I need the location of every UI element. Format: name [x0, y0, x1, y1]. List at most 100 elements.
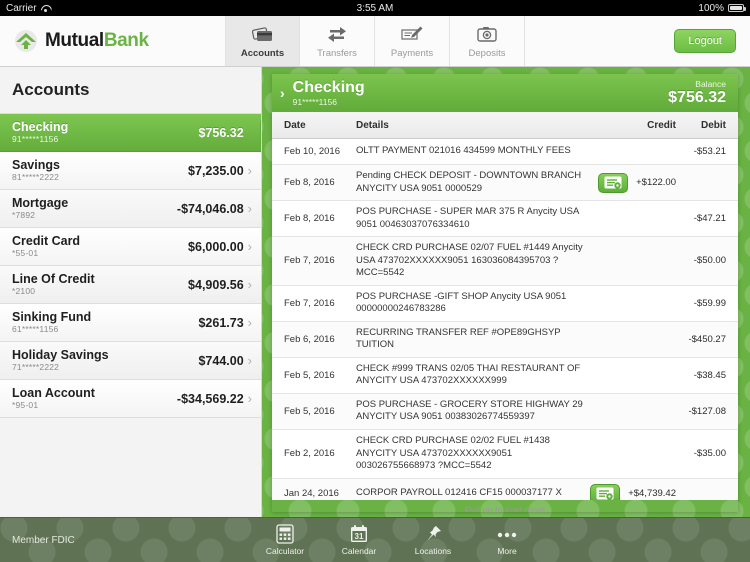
account-identity: Mortgage *7892 [12, 196, 68, 221]
app-root: Carrier 3:55 AM 100% MutualBank Accounts… [0, 0, 750, 562]
transaction-debit: -$53.21 [693, 146, 726, 157]
transactions-column-headers: Date Details Credit Debit [272, 112, 738, 139]
accounts-sidebar: Accounts Checking91*****1156$756.32›Savi… [0, 67, 262, 517]
panel-balance: Balance $756.32 [668, 79, 726, 106]
column-header-debit: Debit [701, 119, 726, 131]
transaction-row[interactable]: Feb 7, 2016 CHECK CRD PURCHASE 02/07 FUEL… [272, 237, 738, 286]
transaction-debit: -$38.45 [693, 369, 726, 381]
transaction-date: Feb 8, 2016 [284, 177, 335, 189]
transaction-row[interactable]: Feb 10, 2016 OLTT PAYMENT 021016 434599 M… [272, 139, 738, 165]
tab-deposits-label: Deposits [468, 48, 506, 59]
transaction-debit: -$35.00 [693, 448, 726, 460]
transaction-details: CHECK CRD PURCHASE 02/02 FUEL #1438 ANYC… [356, 434, 550, 472]
transaction-credit: +$4,739.42 [628, 488, 676, 500]
transaction-row[interactable]: Feb 5, 2016 POS PURCHASE - GROCERY STORE … [272, 393, 738, 430]
transaction-date: Feb 6, 2016 [284, 333, 335, 345]
account-row[interactable]: Checking91*****1156 $756.32› [0, 114, 261, 152]
transaction-row[interactable]: Feb 5, 2016 CHECK #999 TRANS 02/05 THAI R… [272, 358, 738, 394]
account-row[interactable]: Savings 81*****2222 $7,235.00 › [0, 152, 261, 190]
tool-locations-label: Locations [414, 546, 452, 556]
tool-more[interactable]: More [484, 524, 530, 556]
account-row[interactable]: Credit Card *55-01 $6,000.00 › [0, 228, 261, 266]
tool-calculator-label: Calculator [265, 546, 305, 556]
account-row[interactable]: Mortgage *7892 -$74,046.08 › [0, 190, 261, 228]
transaction-row[interactable]: Feb 8, 2016 Pending CHECK DEPOSIT - DOWNT… [272, 165, 738, 202]
nav-tabs: Accounts Transfers Payments Deposits [225, 16, 525, 66]
account-number: 81*****2222 [12, 172, 60, 183]
column-header-credit: Credit [647, 119, 676, 131]
brand-name-part2: Bank [103, 30, 149, 51]
account-balance: $261.73 [198, 315, 244, 330]
tab-payments[interactable]: Payments [375, 16, 450, 66]
transactions-list[interactable]: Feb 10, 2016 OLTT PAYMENT 021016 434599 M… [272, 139, 738, 500]
logout-button[interactable]: Logout [674, 29, 736, 53]
account-balance: -$74,046.08 [176, 201, 244, 216]
transaction-debit: -$47.21 [693, 213, 726, 225]
transaction-row[interactable]: Jan 24, 2016 CORPOR PAYROLL 012416 CF15 0… [272, 478, 738, 500]
chevron-right-icon: › [247, 163, 252, 178]
fdic-label: Member FDIC [12, 534, 75, 546]
transaction-debit: -$50.00 [693, 255, 726, 267]
check-image-icon[interactable] [590, 483, 621, 500]
tab-transfers[interactable]: Transfers [300, 16, 375, 66]
top-navigation-bar: MutualBank Accounts Transfers Payments D… [0, 16, 750, 67]
transaction-row[interactable]: Feb 2, 2016 CHECK CRD PURCHASE 02/02 FUEL… [272, 430, 738, 479]
status-time: 3:55 AM [356, 2, 394, 14]
tool-calculator[interactable]: Calculator [262, 524, 308, 556]
calculator-icon [276, 524, 294, 544]
transaction-date: Feb 5, 2016 [284, 405, 335, 417]
tab-transfers-label: Transfers [317, 48, 357, 59]
account-right: -$74,046.08 › [177, 202, 252, 216]
panel-account-number: 91*****1156 [292, 96, 337, 107]
transaction-date: Feb 2, 2016 [284, 448, 335, 460]
account-right: $744.00 › [198, 354, 252, 368]
credit-cards-icon [251, 23, 274, 45]
chevron-right-icon[interactable]: › [280, 85, 285, 101]
transaction-row[interactable]: Feb 6, 2016 RECURRING TRANSFER REF #OPE89… [272, 321, 738, 358]
bottom-toolbar: Member FDIC Calculator 31 Calendar Locat… [0, 517, 750, 562]
account-identity: Savings 81*****2222 [12, 158, 60, 183]
account-row[interactable]: Loan Account *95-01 -$34,569.22 › [0, 380, 261, 418]
check-image-icon[interactable] [598, 172, 629, 193]
account-list: Checking91*****1156$756.32›Savings81****… [0, 114, 261, 418]
account-number: 71*****2222 [12, 362, 60, 373]
account-row[interactable]: Line Of Credit *2100 $4,909.56 › [0, 266, 261, 304]
account-right: $7,235.00 › [188, 164, 252, 178]
chevron-right-icon: › [247, 353, 252, 368]
account-identity: Checking 91*****1156 [12, 120, 68, 145]
account-row[interactable]: Holiday Savings 71*****2222 $744.00 › [0, 342, 261, 380]
mountain-arrow-logo-icon [14, 29, 38, 53]
account-name: Loan Account [12, 386, 95, 401]
account-name: Checking [12, 120, 69, 135]
chevron-right-icon: › [247, 239, 252, 254]
sidebar-title: Accounts [0, 67, 261, 114]
account-row[interactable]: Sinking Fund 61*****1156 $261.73 › [0, 304, 261, 342]
transaction-credit-cell: +$122.00 [596, 172, 676, 193]
account-number: *95-01 [12, 400, 39, 411]
transaction-details: CHECK CRD PURCHASE 02/07 FUEL #1449 Anyc… [356, 242, 583, 279]
transaction-date: Feb 7, 2016 [284, 297, 335, 309]
transaction-date: Feb 5, 2016 [284, 369, 335, 381]
check-pen-icon [400, 23, 424, 45]
chevron-right-icon: › [247, 277, 252, 292]
transactions-panel: › Checking 91*****1156 Balance $756.32 D… [272, 74, 738, 512]
account-right: $261.73 › [198, 316, 252, 330]
transaction-debit: -$450.27 [688, 333, 726, 345]
panel-account-info: Checking 91*****1156 [293, 79, 365, 106]
account-number: *2100 [12, 286, 36, 297]
tool-calendar[interactable]: 31 Calendar [336, 524, 382, 556]
transfer-arrows-icon [326, 23, 348, 45]
camera-icon [476, 23, 498, 45]
tool-locations[interactable]: Locations [410, 524, 456, 556]
panel-header: › Checking 91*****1156 Balance $756.32 [272, 74, 738, 112]
tab-accounts[interactable]: Accounts [225, 16, 300, 66]
transaction-row[interactable]: Feb 7, 2016 POS PURCHASE -GIFT SHOP Anyci… [272, 286, 738, 322]
transaction-details: POS PURCHASE -GIFT SHOP Anycity USA 9051… [356, 290, 567, 315]
account-balance: $744.00 [198, 353, 244, 368]
tab-deposits[interactable]: Deposits [450, 16, 525, 66]
account-name: Line Of Credit [12, 272, 95, 287]
transaction-date: Feb 8, 2016 [284, 213, 335, 225]
transaction-row[interactable]: Feb 8, 2016 POS PURCHASE - SUPER MAR 375 … [272, 201, 738, 238]
brand-logo: MutualBank [0, 16, 225, 66]
